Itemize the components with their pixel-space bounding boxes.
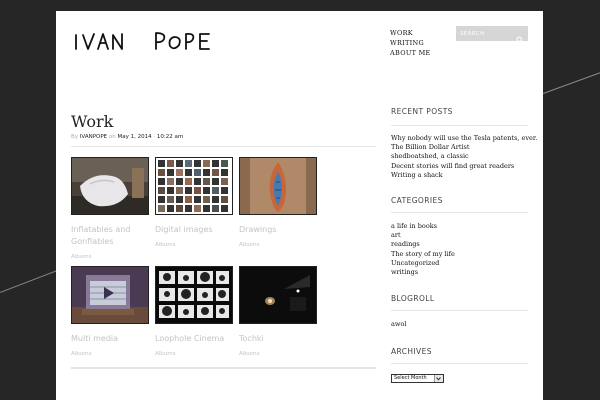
logo-handwriting bbox=[75, 32, 210, 50]
archives-select-value: Select Month bbox=[394, 375, 427, 381]
meta-date[interactable]: May 1, 2014 bbox=[118, 134, 152, 140]
recent-post-link[interactable]: Why nobody will use the Tesla patents, e… bbox=[391, 134, 537, 143]
gallery-albums-inflatables: Albums bbox=[71, 254, 92, 260]
gallery-albums-multi-media: Albums bbox=[71, 351, 92, 357]
gallery-albums-loophole-cinema: Albums bbox=[155, 351, 176, 357]
recent-post-link[interactable]: Decent stories will find great readers bbox=[391, 162, 537, 171]
meta-separator: · bbox=[153, 134, 156, 140]
background-line-right bbox=[543, 71, 600, 94]
category-link[interactable]: The story of my life bbox=[391, 250, 455, 259]
site-logo[interactable] bbox=[72, 25, 212, 57]
gallery-caption-loophole-cinema[interactable]: Loophole Cinema bbox=[155, 333, 235, 345]
archives-month-select[interactable]: Select Month bbox=[391, 374, 444, 383]
recent-posts-list: Why nobody will use the Tesla patents, e… bbox=[391, 134, 537, 180]
gallery-albums-tochki: Albums bbox=[239, 351, 260, 357]
drawing-photo bbox=[240, 158, 316, 214]
post-meta: By IVANPOPE on May 1, 2014 · 10:22 am bbox=[71, 134, 183, 140]
recent-post-link[interactable]: shedboatshed, a classic bbox=[391, 152, 537, 161]
search-input[interactable] bbox=[460, 28, 514, 39]
categories-list: a life in books art readings The story o… bbox=[391, 222, 455, 277]
gallery-thumb-loophole-cinema[interactable] bbox=[155, 266, 233, 324]
gallery-thumb-inflatables[interactable] bbox=[71, 157, 149, 215]
nav-item-writing[interactable]: WRITING bbox=[390, 38, 431, 48]
blogroll-rule bbox=[391, 310, 528, 311]
gallery-thumb-tochki[interactable] bbox=[239, 266, 317, 324]
gallery-thumb-drawings[interactable] bbox=[239, 157, 317, 215]
search-box bbox=[456, 26, 528, 44]
cinema-photo bbox=[156, 267, 232, 323]
title-divider bbox=[71, 146, 376, 147]
page-title: Work bbox=[71, 112, 114, 131]
meta-time: 10:22 am bbox=[156, 134, 184, 140]
content-footer-rule bbox=[71, 367, 376, 369]
gallery-albums-digital-images: Albums bbox=[155, 242, 176, 248]
gallery-caption-tochki[interactable]: Tochki bbox=[239, 333, 319, 345]
gallery-thumb-multi-media[interactable] bbox=[71, 266, 149, 324]
nav-item-work[interactable]: WORK bbox=[390, 28, 431, 38]
recent-post-link[interactable]: Writing a shack bbox=[391, 171, 537, 180]
recent-post-link[interactable]: The Billion Dollar Artist bbox=[391, 143, 537, 152]
recent-posts-rule bbox=[391, 125, 528, 126]
meta-by: By bbox=[71, 134, 79, 140]
category-link[interactable]: Uncategorized bbox=[391, 259, 455, 268]
blogroll-heading: BLOGROLL bbox=[391, 294, 435, 303]
gallery-thumb-digital-images[interactable] bbox=[155, 157, 233, 215]
gallery-caption-digital-images[interactable]: Digital images bbox=[155, 224, 235, 236]
digital-grid-photo bbox=[156, 158, 232, 214]
multimedia-photo bbox=[72, 267, 148, 323]
archives-heading: ARCHIVES bbox=[391, 347, 432, 356]
gallery-caption-multi-media[interactable]: Multi media bbox=[71, 333, 151, 345]
categories-heading: CATEGORIES bbox=[391, 196, 443, 205]
recent-posts-heading: RECENT POSTS bbox=[391, 107, 453, 116]
nav-item-about-me[interactable]: ABOUT ME bbox=[390, 48, 431, 58]
page-container: WORK WRITING ABOUT ME Work By IVANPOPE o… bbox=[56, 11, 543, 400]
main-nav: WORK WRITING ABOUT ME bbox=[390, 28, 431, 58]
gallery-albums-drawings: Albums bbox=[239, 242, 260, 248]
search-icon[interactable] bbox=[516, 29, 524, 48]
gallery-caption-drawings[interactable]: Drawings bbox=[239, 224, 319, 236]
category-link[interactable]: art bbox=[391, 231, 455, 240]
categories-rule bbox=[391, 212, 528, 213]
category-link[interactable]: a life in books bbox=[391, 222, 455, 231]
blogroll-link[interactable]: awol bbox=[391, 320, 406, 329]
gallery-caption-inflatables[interactable]: Inflatables and Gonflables bbox=[71, 224, 151, 248]
blogroll-list: awol bbox=[391, 320, 406, 329]
tochki-photo bbox=[240, 267, 316, 323]
inflatable-photo bbox=[72, 158, 148, 214]
meta-author[interactable]: IVANPOPE bbox=[80, 134, 107, 140]
meta-on: on bbox=[108, 134, 116, 140]
background-line-left bbox=[0, 270, 57, 293]
category-link[interactable]: readings bbox=[391, 240, 455, 249]
archives-rule bbox=[391, 363, 528, 364]
category-link[interactable]: writings bbox=[391, 268, 455, 277]
chevron-down-icon bbox=[434, 375, 443, 382]
